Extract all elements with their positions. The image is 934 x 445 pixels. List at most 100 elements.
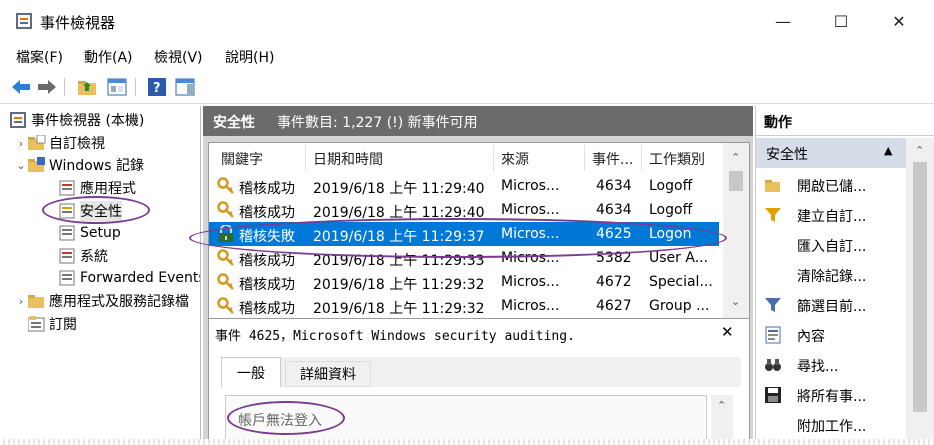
torn-edge — [0, 439, 934, 445]
cell-keyword: 稽核成功 — [239, 181, 295, 197]
toolbar-separator — [135, 78, 136, 96]
tree-item-custom-views[interactable]: › 自訂檢視 — [14, 132, 105, 154]
tree-item-forwarded-events[interactable]: Forwarded Events — [59, 267, 201, 289]
action-attach-task[interactable]: 附加工作... — [756, 410, 906, 440]
scroll-thumb[interactable] — [729, 171, 743, 191]
tree-root[interactable]: 事件檢視器 (本機) — [10, 109, 144, 131]
action-filter-current-log[interactable]: 篩選目前... — [756, 290, 906, 320]
scroll-up-arrow-icon[interactable]: ⌃ — [717, 399, 726, 412]
binoculars-icon — [764, 356, 782, 374]
action-label: 附加工作... — [797, 419, 867, 435]
column-separator[interactable] — [641, 145, 642, 171]
title-bar: 事件檢視器 — ☐ ✕ — [0, 0, 934, 42]
action-label: 將所有事... — [797, 389, 867, 405]
table-row[interactable]: 稽核成功 2019/6/18 上午 11:29:40 Micros... 463… — [209, 174, 719, 198]
log-header: 安全性 事件數目: 1,227 (!) 新事件可用 — [203, 106, 753, 136]
key-icon — [217, 297, 235, 319]
log-icon — [59, 248, 75, 264]
action-label: 清除記錄... — [797, 269, 867, 285]
column-event-id[interactable]: 事件... — [592, 149, 633, 169]
close-button[interactable]: ✕ — [870, 0, 928, 42]
tree-item-label: Setup — [80, 225, 121, 241]
tree-item-system[interactable]: 系統 — [59, 245, 108, 267]
scroll-down-arrow-icon[interactable]: ⌄ — [731, 295, 740, 308]
table-row[interactable]: 稽核成功 2019/6/18 上午 11:29:32 Micros... 462… — [209, 294, 719, 318]
column-separator[interactable] — [305, 145, 306, 171]
filter-icon — [764, 296, 782, 314]
menu-action[interactable]: 動作(A) — [84, 47, 133, 67]
tree-item-subscriptions[interactable]: 訂閱 — [27, 313, 77, 335]
log-event-count: 事件數目: 1,227 (!) 新事件可用 — [277, 115, 478, 131]
properties-icon — [764, 326, 782, 344]
tree-item-label: 訂閱 — [49, 317, 77, 333]
action-find[interactable]: 尋找... — [756, 350, 906, 380]
key-icon — [217, 177, 235, 199]
action-save-all-events[interactable]: 將所有事... — [756, 380, 906, 410]
cell-category: Group ... — [649, 298, 710, 314]
folder-open-icon — [764, 176, 782, 194]
tree-item-windows-logs[interactable]: ⌄ Windows 記錄 — [14, 154, 144, 176]
back-arrow-icon[interactable] — [10, 76, 32, 98]
log-icon — [59, 225, 75, 241]
action-properties[interactable]: 內容 — [756, 320, 906, 350]
close-detail-button[interactable]: ✕ — [721, 323, 734, 341]
detail-scrollbar[interactable]: ⌃ — [711, 395, 733, 445]
actions-scrollbar[interactable]: ⌃ — [906, 138, 934, 445]
actions-section-security[interactable]: 安全性 ▲ — [756, 138, 906, 168]
tree-item-app-service-logs[interactable]: › 應用程式及服務記錄檔 — [14, 290, 189, 312]
cell-category: User A... — [649, 250, 709, 266]
forward-arrow-icon[interactable] — [36, 76, 58, 98]
tab-general[interactable]: 一般 — [221, 357, 281, 387]
tree-item-label: Forwarded Events — [80, 270, 201, 286]
chevron-down-icon[interactable]: ⌄ — [14, 159, 28, 172]
column-datetime[interactable]: 日期和時間 — [313, 149, 383, 169]
tree-item-setup[interactable]: Setup — [59, 222, 121, 244]
highlight-ellipse — [227, 401, 345, 435]
cell-category: Special... — [649, 274, 713, 290]
minimize-button[interactable]: — — [754, 0, 812, 42]
event-list-scrollbar[interactable]: ⌃ ⌄ — [723, 143, 749, 318]
column-source[interactable]: 來源 — [501, 149, 529, 169]
center-pane: 安全性 事件數目: 1,227 (!) 新事件可用 關鍵字 日期和時間 來源 事… — [189, 106, 753, 445]
collapse-up-icon[interactable]: ▲ — [884, 144, 892, 157]
action-label: 尋找... — [797, 359, 839, 375]
key-icon — [217, 201, 235, 223]
cell-event-id: 4672 — [596, 274, 632, 290]
scroll-up-arrow-icon[interactable]: ⌃ — [731, 151, 740, 164]
show-hide-tree-icon[interactable] — [106, 76, 128, 98]
svg-text:?: ? — [153, 81, 161, 96]
column-separator[interactable] — [493, 145, 494, 171]
column-separator[interactable] — [584, 145, 585, 171]
scroll-thumb[interactable] — [913, 162, 927, 412]
event-viewer-app-icon — [16, 13, 32, 29]
help-icon[interactable]: ? — [146, 76, 168, 98]
action-open-saved-log[interactable]: 開啟已儲... — [756, 170, 906, 200]
cell-keyword: 稽核成功 — [239, 301, 295, 317]
chevron-right-icon[interactable]: › — [14, 137, 28, 150]
scroll-up-arrow-icon[interactable]: ⌃ — [915, 144, 924, 157]
toolbar: ? — [0, 70, 934, 104]
actions-title: 動作 — [764, 115, 792, 131]
action-import-custom-view[interactable]: 匯入自訂... — [756, 230, 906, 260]
menu-file[interactable]: 檔案(F) — [16, 47, 63, 67]
action-clear-log[interactable]: 清除記錄... — [756, 260, 906, 290]
action-label: 篩選目前... — [797, 299, 867, 315]
folder-up-icon[interactable] — [76, 76, 98, 98]
column-task-category[interactable]: 工作類別 — [649, 149, 705, 169]
show-action-pane-icon[interactable] — [174, 76, 196, 98]
toolbar-separator — [64, 78, 65, 96]
menu-view[interactable]: 檢視(V) — [154, 47, 203, 67]
menu-help[interactable]: 說明(H) — [225, 47, 274, 67]
cell-datetime: 2019/6/18 上午 11:29:32 — [313, 277, 485, 293]
highlight-ellipse — [189, 218, 727, 258]
chevron-right-icon[interactable]: › — [14, 295, 28, 308]
window-title: 事件檢視器 — [40, 14, 116, 32]
cell-keyword: 稽核成功 — [239, 277, 295, 293]
cell-datetime: 2019/6/18 上午 11:29:40 — [313, 181, 485, 197]
action-create-custom-view[interactable]: 建立自訂... — [756, 200, 906, 230]
maximize-button[interactable]: ☐ — [812, 0, 870, 42]
tab-details[interactable]: 詳細資料 — [285, 361, 371, 387]
column-keyword[interactable]: 關鍵字 — [221, 149, 263, 169]
cell-source: Micros... — [501, 202, 560, 218]
table-row[interactable]: 稽核成功 2019/6/18 上午 11:29:32 Micros... 467… — [209, 270, 719, 294]
